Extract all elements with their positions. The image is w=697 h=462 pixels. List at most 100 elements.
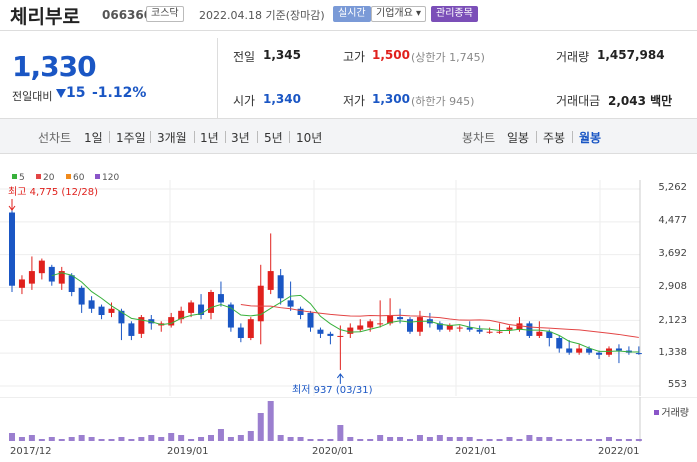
volume-bar bbox=[88, 437, 95, 441]
candle[interactable] bbox=[247, 319, 254, 339]
candle[interactable] bbox=[367, 321, 374, 328]
period-1w[interactable]: 1주일 bbox=[116, 129, 146, 146]
candle[interactable] bbox=[566, 348, 573, 353]
candle[interactable] bbox=[317, 329, 324, 334]
candle[interactable] bbox=[416, 317, 423, 332]
period-3y[interactable]: 3년 bbox=[231, 129, 250, 146]
candle[interactable] bbox=[357, 325, 364, 330]
divider bbox=[572, 131, 573, 143]
candle-daily[interactable]: 일봉 bbox=[507, 129, 529, 146]
candle[interactable] bbox=[397, 317, 404, 320]
candle[interactable] bbox=[506, 327, 513, 330]
candle[interactable] bbox=[267, 271, 274, 290]
volume-bar bbox=[576, 439, 583, 441]
volume-bar bbox=[426, 437, 433, 441]
candle[interactable] bbox=[18, 279, 25, 288]
candle[interactable] bbox=[108, 308, 115, 313]
candle[interactable] bbox=[9, 212, 15, 286]
candle[interactable] bbox=[88, 300, 95, 309]
candle[interactable] bbox=[556, 338, 563, 349]
volume-bar bbox=[625, 439, 632, 441]
candle[interactable] bbox=[168, 317, 175, 326]
period-5y[interactable]: 5년 bbox=[264, 129, 283, 146]
low-label: 저가 bbox=[343, 94, 366, 108]
period-3m[interactable]: 3개월 bbox=[157, 129, 187, 146]
volume-bar bbox=[486, 439, 493, 441]
volume-bar bbox=[347, 437, 354, 441]
prev-close-label: 전일 bbox=[233, 50, 256, 64]
candle[interactable] bbox=[456, 327, 463, 329]
period-1y[interactable]: 1년 bbox=[200, 129, 219, 146]
candle[interactable] bbox=[188, 302, 195, 313]
candle[interactable] bbox=[327, 333, 334, 336]
volume-bar bbox=[38, 439, 45, 441]
divider bbox=[109, 131, 110, 143]
market-badge: 코스닥 bbox=[146, 6, 184, 22]
candle[interactable] bbox=[347, 327, 354, 334]
candle[interactable] bbox=[98, 306, 105, 316]
candle[interactable] bbox=[307, 312, 314, 328]
candle[interactable] bbox=[337, 335, 344, 337]
candle[interactable] bbox=[635, 353, 642, 355]
candle[interactable] bbox=[596, 352, 603, 355]
chevron-down-icon: ▾ bbox=[416, 8, 422, 19]
volume-bar bbox=[635, 439, 642, 441]
y-tick: 2,123 bbox=[658, 315, 687, 326]
candle[interactable] bbox=[536, 331, 543, 336]
candle[interactable] bbox=[476, 329, 483, 332]
candle[interactable] bbox=[217, 294, 224, 303]
candle[interactable] bbox=[377, 323, 384, 325]
candle[interactable] bbox=[118, 310, 125, 324]
candle[interactable] bbox=[287, 300, 294, 307]
volume-bar bbox=[208, 435, 214, 441]
current-price: 1,330 bbox=[12, 50, 97, 83]
candle-weekly[interactable]: 주봉 bbox=[543, 129, 565, 146]
candle[interactable] bbox=[48, 266, 55, 282]
date-basis: 2022.04.18 기준(장마감) bbox=[199, 9, 325, 22]
candle[interactable] bbox=[78, 287, 85, 305]
legend-swatch bbox=[654, 410, 660, 415]
x-tick: 2017/12 bbox=[10, 446, 52, 457]
volume-bar bbox=[18, 437, 25, 441]
volume-bar bbox=[237, 435, 244, 441]
chart-toolbar: 선차트 1일 1주일 3개월 1년 3년 5년 10년 봉차트 일봉 주봉 월봉 bbox=[0, 118, 697, 154]
candle[interactable] bbox=[486, 331, 493, 333]
realtime-button[interactable]: 실시간 bbox=[333, 6, 371, 22]
candle[interactable] bbox=[615, 348, 622, 351]
high-value: 1,500 bbox=[372, 48, 410, 62]
legend-swatch bbox=[66, 174, 71, 179]
candle-monthly[interactable]: 월봉 bbox=[579, 129, 601, 146]
volume-value: 1,457,984 bbox=[597, 48, 665, 62]
volume-bar bbox=[138, 437, 145, 441]
company-overview-dropdown[interactable]: 기업개요 ▾ bbox=[371, 6, 427, 22]
volume-bar bbox=[28, 435, 35, 441]
line-chart-label[interactable]: 선차트 bbox=[38, 129, 71, 146]
candle[interactable] bbox=[496, 331, 503, 333]
candle[interactable] bbox=[516, 323, 523, 330]
candle[interactable] bbox=[28, 271, 35, 284]
candlestick-chart[interactable] bbox=[0, 180, 697, 396]
period-1d[interactable]: 1일 bbox=[84, 129, 103, 146]
candle[interactable] bbox=[68, 275, 75, 292]
candle[interactable] bbox=[208, 291, 214, 313]
volume-bar bbox=[217, 429, 224, 441]
volume-bar bbox=[48, 437, 55, 441]
candle[interactable] bbox=[576, 348, 583, 353]
x-tick: 2019/01 bbox=[167, 446, 209, 457]
divider bbox=[536, 131, 537, 143]
volume-bar bbox=[397, 437, 404, 441]
volume-bar bbox=[277, 435, 284, 441]
candle[interactable] bbox=[237, 327, 244, 339]
candle[interactable] bbox=[38, 260, 45, 274]
y-tick: 5,262 bbox=[658, 182, 687, 193]
candle[interactable] bbox=[257, 285, 264, 322]
candle[interactable] bbox=[446, 325, 453, 330]
candle[interactable] bbox=[128, 323, 135, 336]
volume-bar bbox=[148, 435, 155, 441]
period-10y[interactable]: 10년 bbox=[296, 129, 322, 146]
candle[interactable] bbox=[277, 275, 284, 299]
x-tick: 2022/01 bbox=[598, 446, 640, 457]
candle[interactable] bbox=[407, 319, 413, 332]
volume-bar bbox=[506, 437, 513, 441]
volume-bar bbox=[416, 435, 423, 441]
